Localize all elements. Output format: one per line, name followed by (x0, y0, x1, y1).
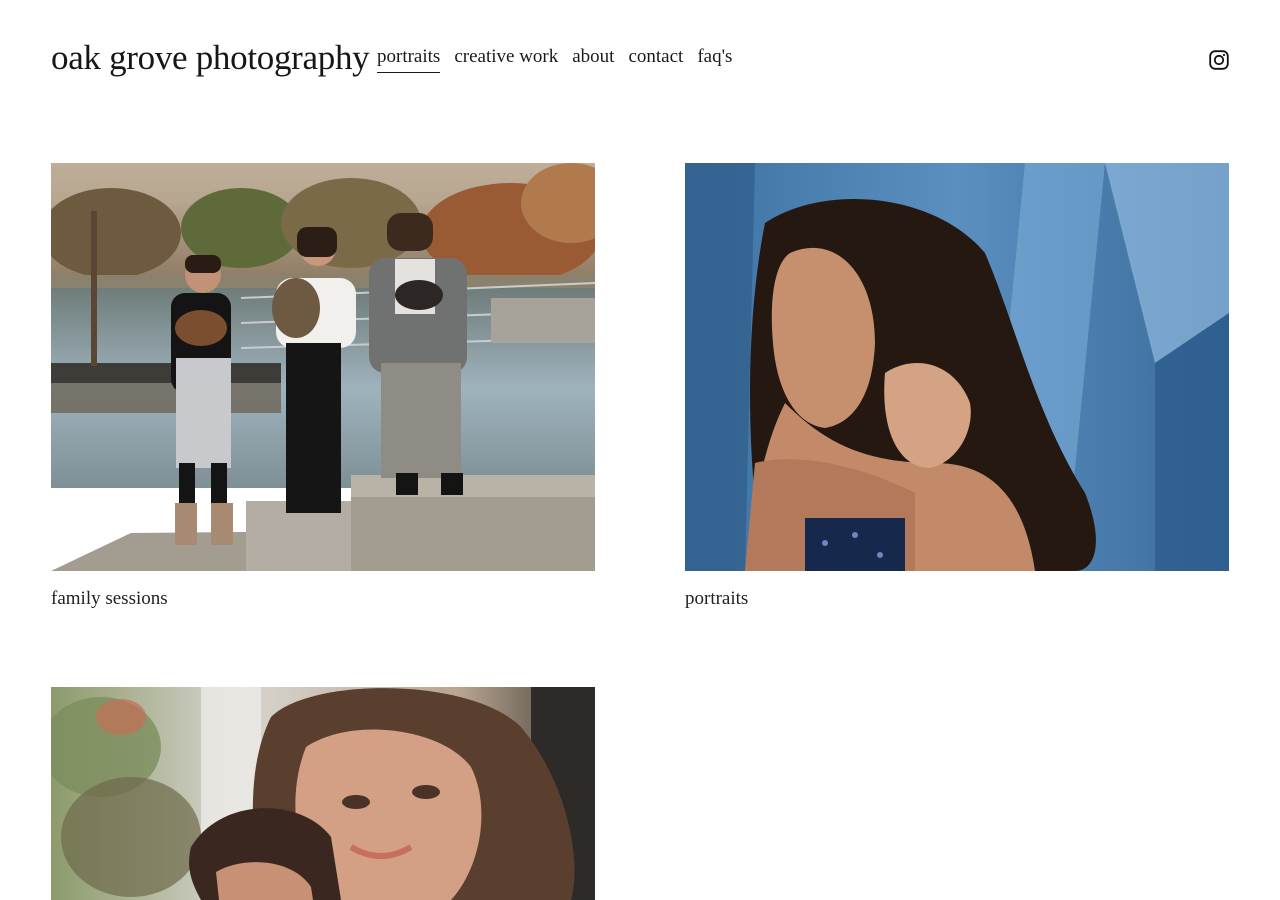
nav-item-contact[interactable]: contact (628, 46, 683, 73)
nav-item-portraits[interactable]: portraits (377, 46, 441, 73)
site-header: oak grove photography portraits creative… (0, 0, 1280, 120)
site-title-link[interactable]: oak grove photography (51, 38, 370, 78)
gallery-item-portraits[interactable]: portraits (685, 163, 1229, 609)
nav-item-faqs[interactable]: faq's (697, 46, 732, 73)
gallery-caption[interactable]: portraits (685, 588, 748, 610)
instagram-icon[interactable] (1209, 50, 1229, 70)
gallery-item-family-sessions[interactable]: family sessions (51, 163, 595, 609)
main-nav: portraits creative work about contact fa… (377, 46, 732, 73)
family-sessions-photo (51, 163, 595, 571)
nav-item-creative-work[interactable]: creative work (454, 46, 558, 73)
nav-item-about[interactable]: about (572, 46, 614, 73)
portraits-photo (685, 163, 1229, 571)
gallery-item-third[interactable] (51, 687, 595, 900)
gallery-caption[interactable]: family sessions (51, 588, 168, 610)
gallery-photo-third (51, 687, 595, 900)
